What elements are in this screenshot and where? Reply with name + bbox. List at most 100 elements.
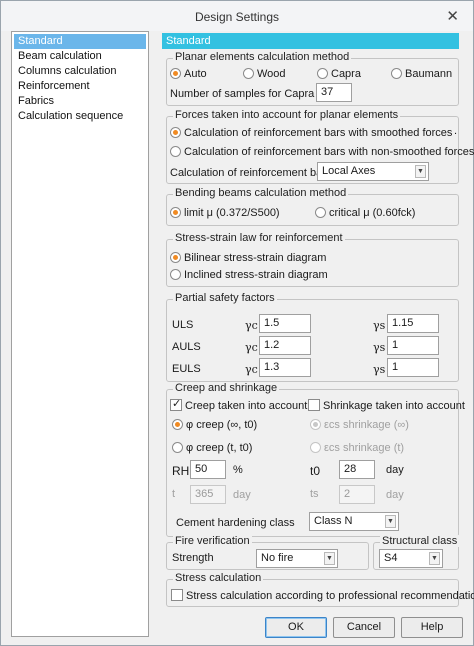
creep-checkbox[interactable] bbox=[170, 397, 182, 411]
radio-bilinear[interactable] bbox=[170, 252, 181, 263]
euls-gamma-c-input[interactable]: 1.3 bbox=[259, 358, 311, 377]
fire-strength-value: No fire bbox=[261, 552, 294, 564]
sidebar-item-columns-calculation[interactable]: Columns calculation bbox=[14, 64, 146, 79]
radio-creep-infinite[interactable] bbox=[172, 419, 183, 430]
stress-calculation-legend: Stress calculation bbox=[173, 572, 264, 584]
chevron-down-icon[interactable]: ▼ bbox=[385, 515, 396, 528]
radio-nonsmoothed-forces[interactable] bbox=[170, 146, 181, 157]
uls-gamma-s-label: γs bbox=[373, 319, 386, 332]
radio-wood[interactable] bbox=[243, 68, 254, 79]
shrinkage-checkbox[interactable] bbox=[308, 399, 320, 411]
radio-limit-mu[interactable] bbox=[170, 207, 181, 218]
fire-verification-legend: Fire verification bbox=[173, 535, 252, 547]
euls-gamma-s-input[interactable]: 1 bbox=[387, 358, 439, 377]
calc-bars-select[interactable]: Local Axes ▼ bbox=[317, 162, 429, 181]
capra-samples-label: Number of samples for Capra bbox=[170, 88, 315, 100]
radio-shrinkage-infinite[interactable] bbox=[310, 419, 321, 430]
window-title: Design Settings bbox=[194, 10, 280, 24]
uls-gamma-s-input[interactable]: 1.15 bbox=[387, 314, 439, 333]
fire-strength-select[interactable]: No fire ▼ bbox=[256, 549, 338, 568]
cement-class-select[interactable]: Class N ▼ bbox=[309, 512, 399, 531]
close-icon[interactable]: ✕ bbox=[446, 7, 459, 25]
structural-class-select[interactable]: S4 ▼ bbox=[379, 549, 443, 568]
radio-auto[interactable] bbox=[170, 68, 181, 79]
forces-legend: Forces taken into account for planar ele… bbox=[173, 109, 401, 121]
design-settings-window: Design Settings ✕ Standard Beam calculat… bbox=[0, 0, 474, 646]
ts-input[interactable]: 2 bbox=[339, 485, 375, 504]
stress-strain-legend: Stress-strain law for reinforcement bbox=[173, 232, 345, 244]
radio-auto-label: Auto bbox=[184, 68, 207, 80]
auls-gamma-s-input[interactable]: 1 bbox=[387, 336, 439, 355]
radio-shrinkage-infinite-label: εcs shrinkage (∞) bbox=[324, 419, 409, 431]
radio-capra-label: Capra bbox=[331, 68, 361, 80]
cancel-button[interactable]: Cancel bbox=[333, 617, 395, 638]
sidebar-item-standard[interactable]: Standard bbox=[14, 34, 146, 49]
chevron-down-icon[interactable]: ▼ bbox=[324, 552, 335, 565]
fire-strength-label: Strength bbox=[172, 552, 214, 564]
cement-class-value: Class N bbox=[314, 515, 353, 527]
t0-unit: day bbox=[386, 464, 404, 476]
chevron-down-icon[interactable]: ▼ bbox=[429, 552, 440, 565]
uls-gamma-c-label: γc bbox=[245, 319, 258, 332]
cement-class-label: Cement hardening class bbox=[176, 517, 295, 529]
t-label: t bbox=[172, 488, 176, 500]
radio-baumann[interactable] bbox=[391, 68, 402, 79]
planar-method-legend: Planar elements calculation method bbox=[173, 51, 352, 63]
chevron-down-icon[interactable]: ▼ bbox=[415, 165, 426, 178]
stress-calc-checkbox[interactable] bbox=[171, 589, 183, 601]
structural-class-legend: Structural class bbox=[380, 535, 460, 547]
title-bar: Design Settings ✕ bbox=[1, 1, 473, 31]
t-input[interactable]: 365 bbox=[190, 485, 226, 504]
panel-title: Standard bbox=[162, 33, 459, 49]
rh-label: RH bbox=[172, 464, 190, 478]
t0-label: t0 bbox=[310, 464, 321, 478]
auls-gamma-s-label: γs bbox=[373, 341, 386, 354]
shrinkage-checkbox-label: Shrinkage taken into account bbox=[323, 400, 465, 412]
t-unit: day bbox=[233, 489, 251, 501]
ts-unit: day bbox=[386, 489, 404, 501]
creep-shrinkage-legend: Creep and shrinkage bbox=[173, 382, 280, 394]
ok-button[interactable]: OK bbox=[265, 617, 327, 638]
rh-input[interactable]: 50 bbox=[190, 460, 226, 479]
t0-input[interactable]: 28 bbox=[339, 460, 375, 479]
radio-critical-mu[interactable] bbox=[315, 207, 326, 218]
radio-critical-mu-label: critical μ (0.60fck) bbox=[329, 207, 416, 219]
sidebar-item-calculation-sequence[interactable]: Calculation sequence bbox=[14, 109, 146, 124]
radio-inclined[interactable] bbox=[170, 269, 181, 280]
radio-nonsmoothed-forces-label: Calculation of reinforcement bars with n… bbox=[184, 146, 474, 158]
auls-gamma-c-input[interactable]: 1.2 bbox=[259, 336, 311, 355]
radio-wood-label: Wood bbox=[257, 68, 286, 80]
radio-capra[interactable] bbox=[317, 68, 328, 79]
structural-class-value: S4 bbox=[384, 552, 398, 564]
radio-creep-t[interactable] bbox=[172, 442, 183, 453]
radio-creep-infinite-label: φ creep (∞, t0) bbox=[186, 419, 258, 431]
uls-label: ULS bbox=[172, 319, 194, 331]
sidebar-item-beam-calculation[interactable]: Beam calculation bbox=[14, 49, 146, 64]
euls-gamma-s-label: γs bbox=[373, 363, 386, 376]
ts-label: ts bbox=[310, 488, 319, 500]
safety-factors-legend: Partial safety factors bbox=[173, 292, 277, 304]
settings-sidebar: Standard Beam calculation Columns calcul… bbox=[11, 31, 149, 637]
bending-legend: Bending beams calculation method bbox=[173, 187, 349, 199]
calc-bars-label: Calculation of reinforcement bars bbox=[170, 167, 332, 179]
euls-gamma-c-label: γc bbox=[245, 363, 258, 376]
radio-shrinkage-t[interactable] bbox=[310, 442, 321, 453]
rh-unit: % bbox=[233, 464, 243, 476]
capra-samples-input[interactable]: 37 bbox=[316, 83, 352, 102]
creep-checkbox-label: Creep taken into account bbox=[185, 400, 308, 412]
radio-smoothed-forces-label: Calculation of reinforcement bars with s… bbox=[184, 127, 453, 139]
calc-bars-value: Local Axes bbox=[322, 165, 376, 177]
sidebar-item-reinforcement[interactable]: Reinforcement bbox=[14, 79, 146, 94]
radio-inclined-label: Inclined stress-strain diagram bbox=[184, 269, 328, 281]
uls-gamma-c-input[interactable]: 1.5 bbox=[259, 314, 311, 333]
auls-label: AULS bbox=[172, 341, 201, 353]
auls-gamma-c-label: γc bbox=[245, 341, 258, 354]
stress-calc-checkbox-label: Stress calculation according to professi… bbox=[186, 590, 474, 602]
radio-baumann-label: Baumann bbox=[405, 68, 453, 80]
radio-creep-t-label: φ creep (t, t0) bbox=[186, 442, 253, 454]
forces-dot: . bbox=[454, 125, 458, 137]
euls-label: EULS bbox=[172, 363, 201, 375]
sidebar-item-fabrics[interactable]: Fabrics bbox=[14, 94, 146, 109]
radio-smoothed-forces[interactable] bbox=[170, 127, 181, 138]
help-button[interactable]: Help bbox=[401, 617, 463, 638]
